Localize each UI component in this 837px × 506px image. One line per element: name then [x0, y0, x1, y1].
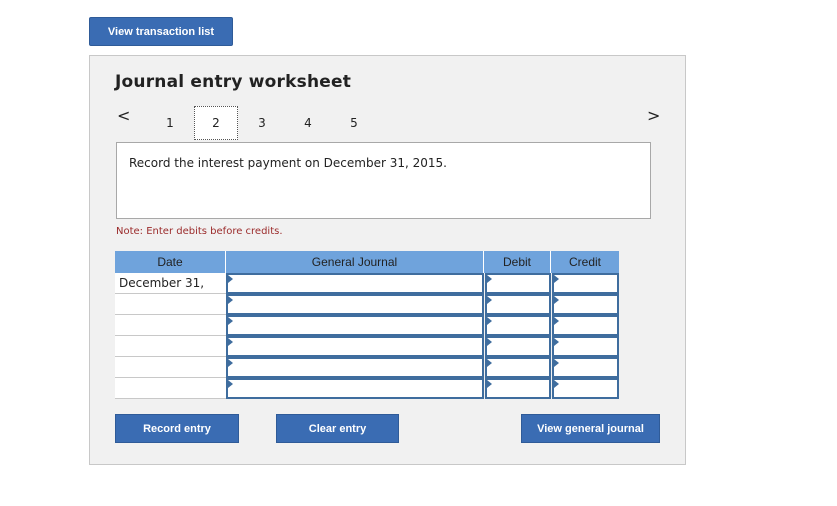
previous-step-arrow-icon[interactable]: <: [117, 106, 130, 125]
date-cell: [115, 315, 226, 336]
step-5-tab[interactable]: 5: [332, 106, 376, 140]
date-cell: [115, 336, 226, 357]
debit-input[interactable]: [485, 294, 551, 315]
step-1-tab[interactable]: 1: [148, 106, 192, 140]
account-input[interactable]: [226, 357, 484, 378]
account-input[interactable]: [226, 294, 484, 315]
debit-input[interactable]: [485, 378, 551, 399]
journal-entry-worksheet-panel: Journal entry worksheet < 1 2 3 4 5 > Re…: [89, 55, 686, 465]
date-cell: [115, 378, 226, 399]
credit-input[interactable]: [552, 336, 619, 357]
debit-input[interactable]: [485, 273, 551, 294]
credit-input[interactable]: [552, 315, 619, 336]
clear-entry-button[interactable]: Clear entry: [276, 414, 399, 443]
instruction-box: Record the interest payment on December …: [116, 142, 651, 219]
credit-input[interactable]: [552, 294, 619, 315]
step-4-tab[interactable]: 4: [286, 106, 330, 140]
view-transaction-list-button[interactable]: View transaction list: [89, 17, 233, 46]
date-cell: [115, 294, 226, 315]
debit-input[interactable]: [485, 357, 551, 378]
step-2-tab[interactable]: 2: [194, 106, 238, 140]
worksheet-title: Journal entry worksheet: [115, 72, 352, 92]
credit-input[interactable]: [552, 273, 619, 294]
step-3-tab[interactable]: 3: [240, 106, 284, 140]
debit-credit-note: Note: Enter debits before credits.: [116, 226, 283, 237]
next-step-arrow-icon[interactable]: >: [647, 106, 660, 125]
general-journal-column-header: General Journal: [226, 251, 484, 273]
date-cell: December 31, 2015: [115, 273, 226, 310]
account-input[interactable]: [226, 378, 484, 399]
date-column-header: Date: [115, 251, 226, 273]
view-general-journal-button[interactable]: View general journal: [521, 414, 660, 443]
debit-input[interactable]: [485, 315, 551, 336]
instruction-text: Record the interest payment on December …: [129, 156, 447, 170]
debit-column-header: Debit: [484, 251, 551, 273]
account-input[interactable]: [226, 273, 484, 294]
credit-input[interactable]: [552, 357, 619, 378]
credit-input[interactable]: [552, 378, 619, 399]
credit-column-header: Credit: [551, 251, 619, 273]
account-input[interactable]: [226, 336, 484, 357]
record-entry-button[interactable]: Record entry: [115, 414, 239, 443]
date-cell: [115, 357, 226, 378]
account-input[interactable]: [226, 315, 484, 336]
debit-input[interactable]: [485, 336, 551, 357]
